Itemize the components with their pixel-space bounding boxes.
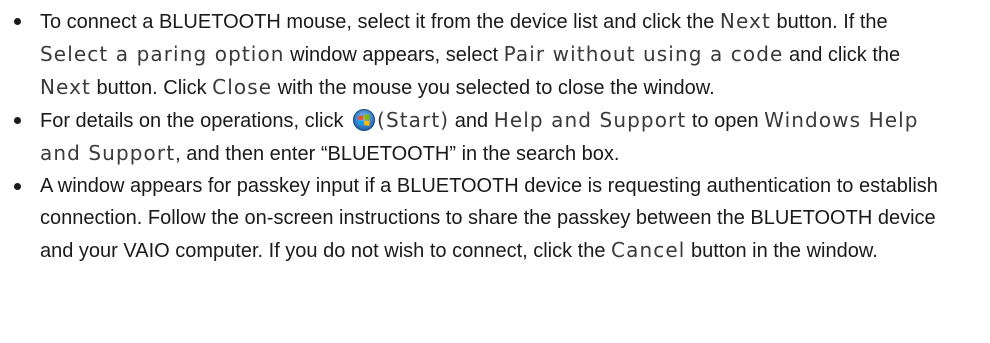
note-text: to open: [686, 110, 765, 132]
note-text: button. If the: [770, 11, 888, 33]
bullet-icon: [14, 18, 21, 25]
note-text: button in the window.: [685, 240, 878, 262]
note-item: For details on the operations, click (St…: [0, 104, 990, 170]
note-text: window appears, select: [284, 44, 504, 66]
note-text: and click the: [783, 44, 901, 66]
note-text: and: [449, 110, 494, 132]
note-item: To connect a BLUETOOTH mouse, select it …: [0, 5, 990, 104]
note-text: To connect a BLUETOOTH mouse, select it …: [40, 11, 720, 33]
notes-list: To connect a BLUETOOTH mouse, select it …: [0, 5, 990, 267]
ui-term: (Start): [377, 108, 450, 132]
bullet-icon: [14, 183, 21, 190]
ui-term: Pair without using a code: [503, 42, 784, 66]
note-text: button. Click: [91, 77, 213, 99]
ui-term: Select a paring option: [40, 42, 285, 66]
ui-term: Close: [212, 75, 273, 99]
note-item: A window appears for passkey input if a …: [0, 170, 990, 267]
ui-term: Next: [719, 9, 771, 33]
note-text: For details on the operations, click: [40, 110, 350, 132]
note-text: , and then enter “BLUETOOTH” in the sear…: [175, 143, 620, 165]
note-text: with the mouse you selected to close the…: [272, 77, 715, 99]
ui-term: Next: [40, 75, 91, 99]
help-page: To connect a BLUETOOTH mouse, select it …: [0, 0, 990, 343]
windows-start-icon: [353, 109, 376, 131]
ui-term: Help and Support: [493, 108, 687, 132]
bullet-icon: [14, 117, 21, 124]
ui-term: Cancel: [611, 238, 686, 262]
